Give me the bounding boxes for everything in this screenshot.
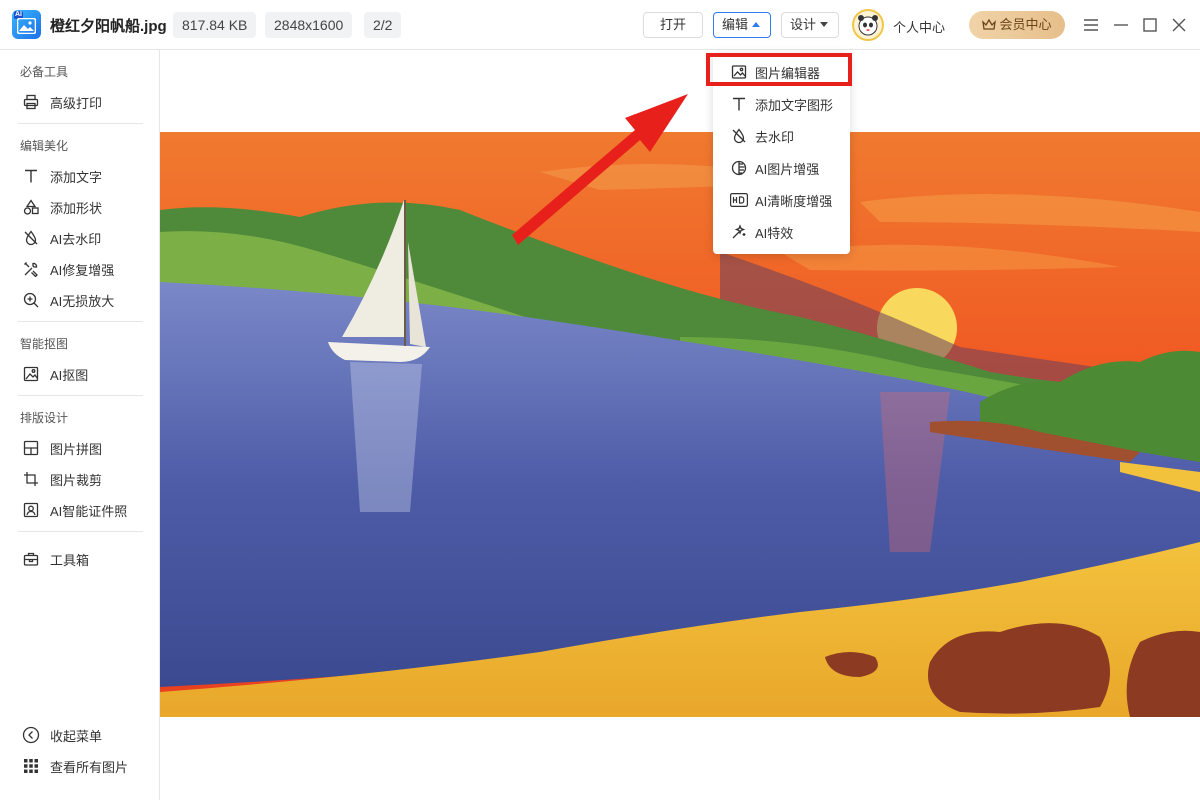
menu-item-ai-clarity-enhance[interactable]: AI清晰度增强 (713, 185, 850, 215)
toolbox-icon (22, 550, 40, 568)
sidebar: 必备工具 高级打印 编辑美化 添加文字 添加形状 AI去水印 AI修复增强 AI… (0, 50, 160, 800)
sidebar-item-label: 高级打印 (50, 95, 103, 111)
chevron-up-icon (752, 22, 761, 27)
repair-tools-icon (22, 260, 40, 278)
user-center-link[interactable]: 个人中心 (893, 17, 945, 36)
close-icon[interactable] (1168, 14, 1190, 36)
page-counter-badge: 2/2 (364, 12, 402, 38)
sidebar-item-toolbox[interactable]: 工具箱 (22, 547, 147, 571)
crown-icon (982, 13, 997, 41)
menu-item-ai-image-enhance[interactable]: AI图片增强 (713, 153, 850, 183)
sidebar-item-label: 添加文字 (50, 169, 103, 185)
sidebar-item-crop[interactable]: 图片裁剪 (22, 467, 147, 491)
collapse-menu-label: 收起菜单 (50, 728, 103, 744)
app-logo-icon: AI (12, 10, 41, 39)
vip-center-label: 会员中心 (999, 17, 1052, 32)
view-all-images-button[interactable]: 查看所有图片 (22, 754, 147, 778)
minimize-icon[interactable] (1110, 14, 1132, 36)
collage-icon (22, 439, 40, 457)
file-name: 橙红夕阳帆船.jpg (50, 18, 167, 35)
file-size-badge: 817.84 KB (173, 12, 257, 38)
text-icon (730, 95, 748, 113)
menu-item-label: 添加文字图形 (755, 97, 834, 113)
chevron-down-icon (820, 22, 829, 27)
sidebar-item-label: 工具箱 (50, 552, 90, 568)
enhance-icon (730, 159, 748, 177)
magic-wand-icon (730, 223, 748, 241)
section-title-smart-cutout: 智能抠图 (20, 337, 69, 351)
dimensions-badge: 2848x1600 (265, 12, 353, 38)
sidebar-item-ai-lossless-upscale[interactable]: AI无损放大 (22, 288, 147, 312)
sidebar-item-label: AI智能证件照 (50, 503, 128, 519)
open-button-label: 打开 (659, 17, 686, 32)
divider (18, 321, 143, 322)
collapse-menu-button[interactable]: 收起菜单 (22, 723, 147, 747)
design-menu-button[interactable]: 设计 (781, 12, 839, 38)
crop-icon (22, 470, 40, 488)
menu-item-label: 去水印 (755, 129, 795, 145)
sidebar-item-label: 图片裁剪 (50, 472, 103, 488)
title-bar: AI 橙红夕阳帆船.jpg 817.84 KB 2848x1600 2/2 打开… (0, 0, 1200, 50)
zoom-in-icon (22, 291, 40, 309)
divider (18, 531, 143, 532)
menu-icon[interactable] (1080, 14, 1102, 36)
edit-menu-button[interactable]: 编辑 (713, 12, 771, 38)
shapes-icon (22, 198, 40, 216)
sidebar-item-label: AI去水印 (50, 231, 102, 247)
sidebar-item-ai-repair[interactable]: AI修复增强 (22, 257, 147, 281)
sidebar-item-label: 添加形状 (50, 200, 103, 216)
sidebar-item-label: AI修复增强 (50, 262, 115, 278)
sidebar-item-label: AI无损放大 (50, 293, 115, 309)
menu-item-add-text-shape[interactable]: 添加文字图形 (713, 89, 850, 119)
menu-item-ai-effects[interactable]: AI特效 (713, 217, 850, 247)
sidebar-item-add-shape[interactable]: 添加形状 (22, 195, 147, 219)
printer-icon (22, 93, 40, 111)
panda-avatar-icon (858, 15, 878, 36)
collapse-icon (22, 726, 40, 744)
maximize-icon[interactable] (1139, 14, 1161, 36)
cutout-icon (22, 365, 40, 383)
sidebar-item-collage[interactable]: 图片拼图 (22, 436, 147, 460)
sidebar-item-label: 图片拼图 (50, 441, 103, 457)
sidebar-item-label: AI抠图 (50, 367, 89, 383)
avatar[interactable] (852, 9, 884, 41)
sidebar-item-advanced-print[interactable]: 高级打印 (22, 90, 147, 114)
menu-item-remove-watermark[interactable]: 去水印 (713, 121, 850, 151)
sidebar-item-add-text[interactable]: 添加文字 (22, 164, 147, 188)
design-button-label: 设计 (790, 17, 817, 32)
id-photo-icon (22, 501, 40, 519)
sidebar-item-ai-cutout[interactable]: AI抠图 (22, 362, 147, 386)
text-icon (22, 167, 40, 185)
menu-item-label: AI清晰度增强 (755, 193, 833, 209)
section-title-layout-design: 排版设计 (20, 411, 69, 425)
sidebar-item-ai-id-photo[interactable]: AI智能证件照 (22, 498, 147, 522)
hd-icon (730, 191, 748, 209)
watermark-off-icon (22, 229, 40, 247)
open-button[interactable]: 打开 (643, 12, 703, 38)
vip-center-button[interactable]: 会员中心 (969, 11, 1065, 39)
sidebar-item-ai-remove-watermark[interactable]: AI去水印 (22, 226, 147, 250)
view-all-images-label: 查看所有图片 (50, 759, 129, 775)
menu-item-label: AI特效 (755, 225, 794, 241)
watermark-off-icon (730, 127, 748, 145)
section-title-edit-beautify: 编辑美化 (20, 139, 69, 153)
grid-icon (22, 757, 40, 775)
edit-button-label: 编辑 (722, 17, 749, 32)
divider (18, 395, 143, 396)
section-title-essential-tools: 必备工具 (20, 65, 69, 79)
divider (18, 123, 143, 124)
highlight-box-annotation (706, 53, 852, 86)
red-arrow-annotation (512, 94, 688, 245)
menu-item-label: AI图片增强 (755, 161, 820, 177)
